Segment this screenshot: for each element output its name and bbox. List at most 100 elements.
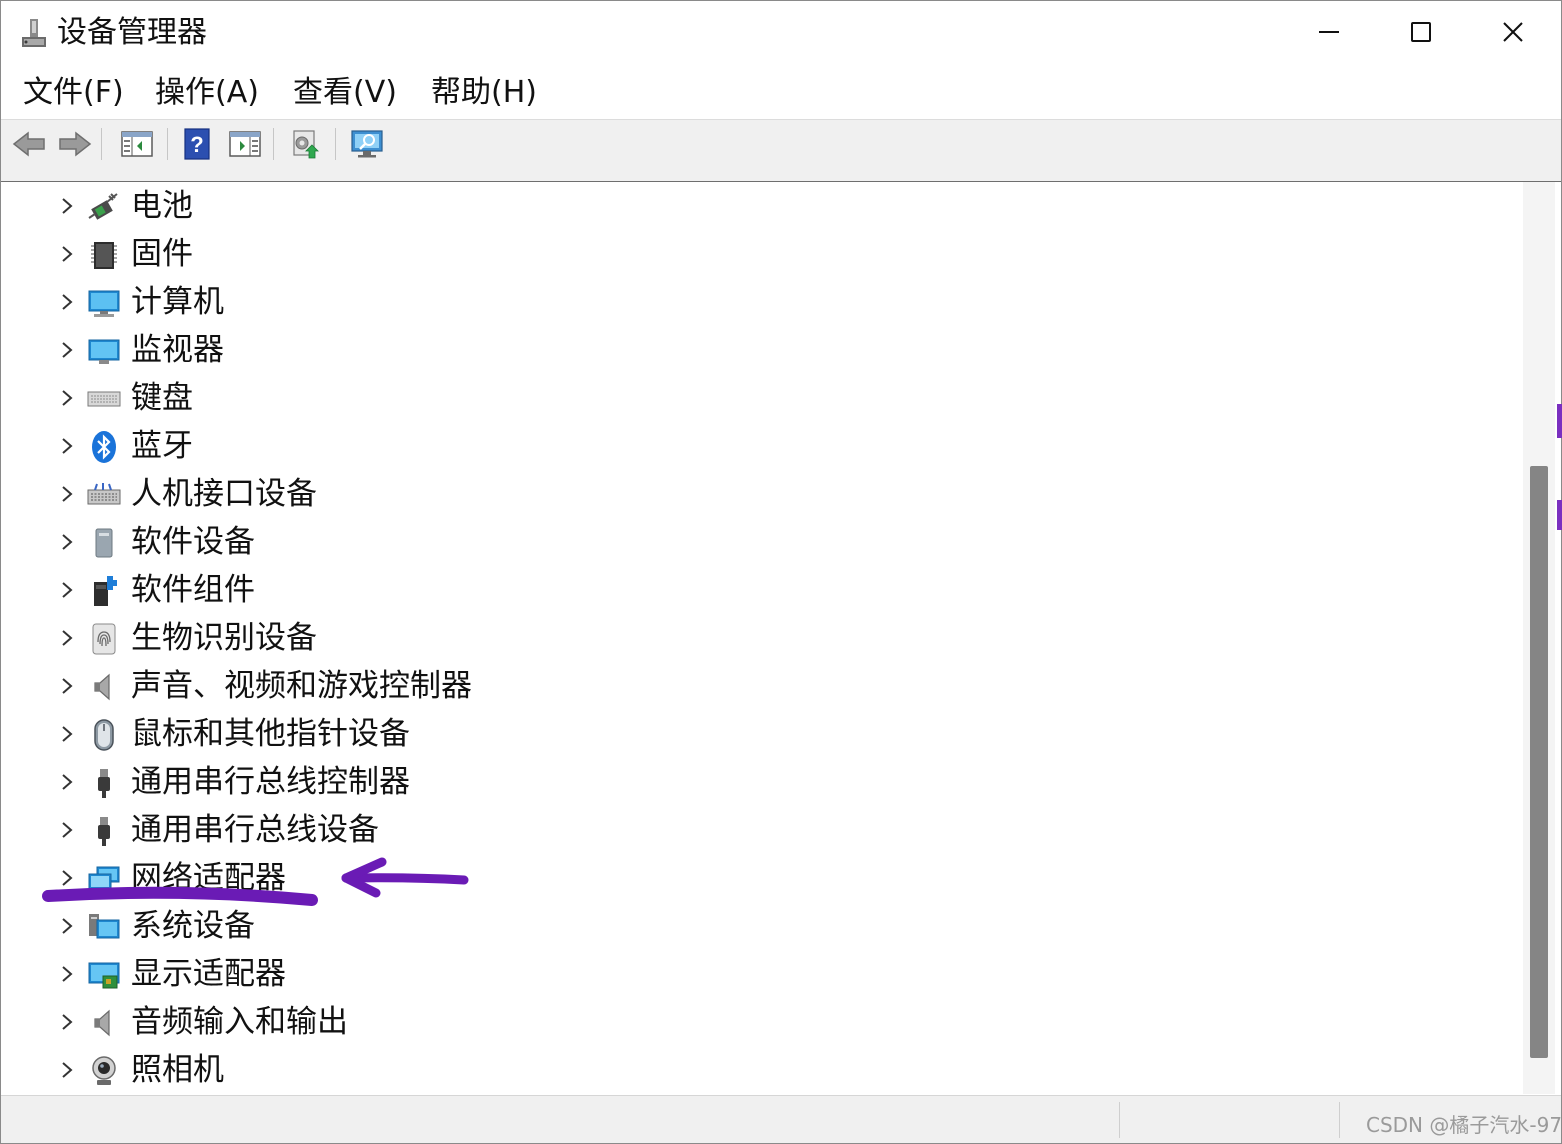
tree-item-battery[interactable]: 电池 <box>7 182 1507 230</box>
tree-item-label: 声音、视频和游戏控制器 <box>131 668 472 704</box>
chevron-right-icon[interactable] <box>57 914 77 938</box>
minimize-icon <box>1319 31 1339 33</box>
chevron-right-icon[interactable] <box>57 818 77 842</box>
network-adapter-icon <box>88 866 120 892</box>
show-hide-console-tree-button[interactable] <box>117 126 157 162</box>
tree-item-label: 生物识别设备 <box>131 620 317 656</box>
display-adapter-icon <box>88 962 120 989</box>
menu-file[interactable]: 文件(F) <box>19 73 128 113</box>
tree-item-label: 音频输入和输出 <box>131 1004 348 1040</box>
chevron-right-icon[interactable] <box>57 626 77 650</box>
menu-help[interactable]: 帮助(H) <box>427 73 541 113</box>
tree-item-sound-video-game[interactable]: 声音、视频和游戏控制器 <box>7 662 1507 710</box>
tree-item-software-devices[interactable]: 软件设备 <box>7 518 1507 566</box>
back-arrow-icon <box>12 131 45 157</box>
status-separator <box>1119 1102 1120 1138</box>
update-driver-icon <box>293 130 319 159</box>
tree-item-label: 软件设备 <box>131 524 255 560</box>
tree-item-mouse[interactable]: 鼠标和其他指针设备 <box>7 710 1507 758</box>
menu-view[interactable]: 查看(V) <box>289 73 401 113</box>
status-separator <box>1339 1102 1340 1138</box>
software-device-icon <box>95 528 113 558</box>
tree-item-label: 固件 <box>131 236 193 272</box>
tree-item-label: 显示适配器 <box>131 956 286 992</box>
speaker-icon <box>94 673 110 701</box>
tree-item-label: 监视器 <box>131 332 224 368</box>
software-component-icon <box>94 576 117 606</box>
chevron-right-icon[interactable] <box>57 722 77 746</box>
toolbar-separator <box>167 128 168 160</box>
tree-item-network-adapters[interactable]: 网络适配器 <box>7 854 1507 902</box>
camera-icon <box>92 1056 116 1085</box>
scrollbar-thumb[interactable] <box>1530 466 1548 1058</box>
scan-hardware-changes-button[interactable] <box>347 126 387 162</box>
show-action-pane-button[interactable] <box>225 126 265 162</box>
usb-icon <box>98 817 110 846</box>
tree-item-usb-controllers[interactable]: 通用串行总线控制器 <box>7 758 1507 806</box>
chevron-right-icon[interactable] <box>57 530 77 554</box>
speaker-icon <box>94 1009 110 1037</box>
maximize-button[interactable] <box>1375 1 1467 63</box>
vertical-scrollbar[interactable] <box>1523 182 1555 1094</box>
tree-item-system-devices[interactable]: 系统设备 <box>7 902 1507 950</box>
chevron-right-icon[interactable] <box>57 578 77 602</box>
chevron-right-icon[interactable] <box>57 482 77 506</box>
menu-bar: 文件(F) 操作(A) 查看(V) 帮助(H) <box>1 65 1561 119</box>
tree-item-usb-devices[interactable]: 通用串行总线设备 <box>7 806 1507 854</box>
tree-item-label: 人机接口设备 <box>131 476 317 512</box>
chevron-right-icon[interactable] <box>57 866 77 890</box>
close-icon <box>1503 22 1523 42</box>
tree-item-camera[interactable]: 照相机 <box>7 1046 1507 1094</box>
keyboard-icon <box>87 391 121 407</box>
chevron-right-icon[interactable] <box>57 770 77 794</box>
forward-arrow-icon <box>59 131 92 157</box>
chevron-right-icon[interactable] <box>57 242 77 266</box>
chevron-right-icon[interactable] <box>57 290 77 314</box>
tree-item-software-components[interactable]: 软件组件 <box>7 566 1507 614</box>
chevron-right-icon[interactable] <box>57 338 77 362</box>
tree-item-label: 通用串行总线控制器 <box>131 764 410 800</box>
firmware-chip-icon <box>91 242 117 269</box>
update-driver-button[interactable] <box>285 126 325 162</box>
minimize-button[interactable] <box>1283 1 1375 63</box>
tree-item-firmware[interactable]: 固件 <box>7 230 1507 278</box>
tree-item-bluetooth[interactable]: 蓝牙 <box>7 422 1507 470</box>
bluetooth-icon <box>92 431 116 463</box>
edge-annotation-mark <box>1557 404 1562 438</box>
tree-item-monitor[interactable]: 监视器 <box>7 326 1507 374</box>
status-bar <box>1 1095 1561 1143</box>
chevron-right-icon[interactable] <box>57 194 77 218</box>
back-button[interactable] <box>9 126 49 162</box>
forward-button[interactable] <box>55 126 95 162</box>
chevron-right-icon[interactable] <box>57 386 77 410</box>
tree-item-computer[interactable]: 计算机 <box>7 278 1507 326</box>
chevron-right-icon[interactable] <box>57 674 77 698</box>
system-device-icon <box>89 914 120 939</box>
menu-action[interactable]: 操作(A) <box>151 73 263 113</box>
tree-item-label: 电池 <box>131 188 193 224</box>
chevron-right-icon[interactable] <box>57 434 77 458</box>
close-button[interactable] <box>1467 1 1559 63</box>
toolbar-separator <box>335 128 336 160</box>
tree-item-biometric[interactable]: 生物识别设备 <box>7 614 1507 662</box>
chevron-right-icon[interactable] <box>57 1010 77 1034</box>
help-button[interactable]: ? <box>177 126 217 162</box>
tree-item-display-adapters[interactable]: 显示适配器 <box>7 950 1507 998</box>
tree-item-label: 照相机 <box>131 1052 224 1088</box>
chevron-right-icon[interactable] <box>57 1058 77 1082</box>
fingerprint-icon <box>92 623 116 655</box>
chevron-right-icon[interactable] <box>57 962 77 986</box>
tree-item-hid[interactable]: 人机接口设备 <box>7 470 1507 518</box>
tree-item-audio-io[interactable]: 音频输入和输出 <box>7 998 1507 1046</box>
usb-icon <box>98 769 110 798</box>
tree-item-keyboard[interactable]: 键盘 <box>7 374 1507 422</box>
watermark: CSDN @橘子汽水-97 <box>1366 1113 1562 1137</box>
title-bar[interactable]: 设备管理器 <box>1 1 1561 65</box>
tree-item-label: 软件组件 <box>131 572 255 608</box>
tree-item-label: 鼠标和其他指针设备 <box>131 716 410 752</box>
device-manager-window: 设备管理器 文件(F) 操作(A) 查看(V) 帮助(H) ? 电池 固件 计算… <box>0 0 1562 1144</box>
tree-item-label: 键盘 <box>131 380 193 416</box>
svg-text:?: ? <box>190 132 203 157</box>
tree-item-label: 蓝牙 <box>131 428 193 464</box>
device-tree[interactable]: 电池 固件 计算机 监视器 键盘 蓝牙 人机接口设备 软件设备 软件组件 生物识… <box>7 182 1523 1094</box>
